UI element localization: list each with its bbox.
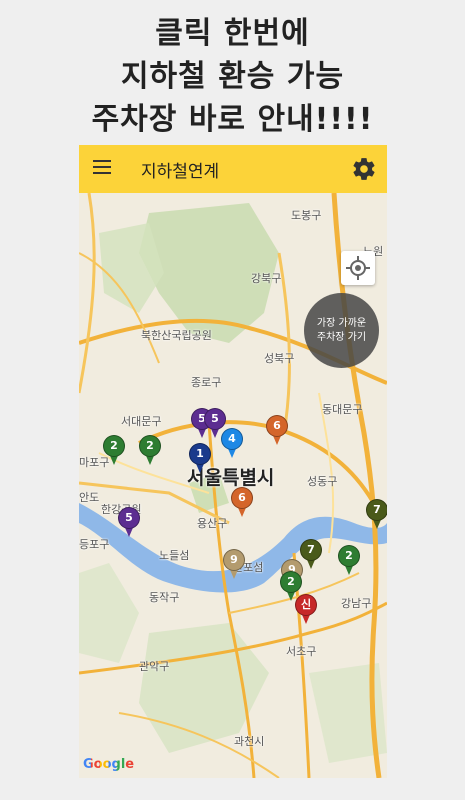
station-pin[interactable]: 1 [189, 443, 211, 475]
station-pin[interactable]: 5 [118, 507, 140, 539]
pin-label: 5 [118, 507, 140, 529]
map-label-seongbuk: 성북구 [264, 352, 295, 365]
promo-line-1: 클릭 한번에 [155, 16, 310, 51]
nearest-parking-line-1: 가장 가까운 [316, 317, 367, 329]
google-logo: Google [83, 757, 134, 772]
station-pin[interactable]: 7 [300, 539, 322, 571]
map-label-gwacheon: 과천시 [234, 735, 265, 748]
nearest-parking-line-2: 주차장 가기 [316, 331, 367, 343]
station-pin[interactable]: 2 [103, 435, 125, 467]
map-label-dongjak: 동작구 [149, 591, 180, 604]
station-pin[interactable]: 7 [366, 499, 387, 531]
pin-label: 5 [204, 408, 226, 430]
station-pin[interactable]: 6 [266, 415, 288, 447]
nearest-parking-button[interactable]: 가장 가까운 주차장 가기 [304, 293, 379, 368]
pin-label: 신 [295, 594, 317, 616]
pin-label: 1 [189, 443, 211, 465]
pin-label: 7 [300, 539, 322, 561]
map-label-dongdaemun: 동대문구 [322, 403, 363, 416]
map-label-gwanak: 관악구 [139, 660, 170, 673]
pin-label: 2 [338, 545, 360, 567]
map-label-deungpo: 등포구 [79, 538, 110, 551]
map-label-seongdong: 성동구 [307, 475, 338, 488]
pin-label: 2 [103, 435, 125, 457]
menu-icon[interactable] [93, 160, 111, 178]
app-toolbar: 지하철연계 [79, 145, 387, 193]
pin-label: 6 [266, 415, 288, 437]
map-label-yongsan: 용산구 [197, 517, 228, 530]
station-pin[interactable]: 2 [139, 435, 161, 467]
pin-label: 6 [231, 487, 253, 509]
pin-label: 7 [366, 499, 387, 521]
map-label-jongno: 종로구 [191, 376, 222, 389]
crosshair-icon [346, 256, 370, 280]
my-location-button[interactable] [341, 251, 375, 285]
map-label-dobong: 도봉구 [291, 209, 322, 222]
map-label-nodeulseom: 노들섬 [159, 549, 190, 562]
station-pin[interactable]: 9 [223, 549, 245, 581]
map-label-bukhansan: 북한산국립공원 [141, 329, 212, 342]
station-pin[interactable]: 4 [221, 428, 243, 460]
pin-label: 2 [139, 435, 161, 457]
map-label-gangbuk: 강북구 [251, 272, 282, 285]
pin-label: 4 [221, 428, 243, 450]
app-title: 지하철연계 [141, 162, 220, 182]
map-label-gangnam: 강남구 [341, 597, 372, 610]
station-pin[interactable]: 6 [231, 487, 253, 519]
map-view[interactable]: 도봉구 노원 강북구 북한산국립공원 성북구 종로구 동대문구 서대문구 마포구… [79, 193, 387, 778]
map-label-seocho: 서초구 [286, 645, 317, 658]
station-pin[interactable]: 2 [338, 545, 360, 577]
gear-icon[interactable] [351, 156, 377, 182]
phone-screen: 지하철연계 도봉구 강북구 북한산국립공원 성북구 종로구 동대문구 서대문구 … [79, 145, 387, 778]
map-label-seodaemun: 서대문구 [121, 415, 162, 428]
promo-banner: 클릭 한번에 지하철 환승 가능 주차장 바로 안내!!!! [0, 0, 465, 145]
google-logo-text: Google [83, 757, 135, 772]
pin-label: 2 [280, 571, 302, 593]
map-label-ando: 안도 [79, 491, 100, 504]
promo-line-3: 주차장 바로 안내!!!! [91, 102, 374, 137]
pin-label: 9 [223, 549, 245, 571]
promo-line-2: 지하철 환승 가능 [120, 59, 345, 94]
station-pin[interactable]: 신 [295, 594, 317, 626]
